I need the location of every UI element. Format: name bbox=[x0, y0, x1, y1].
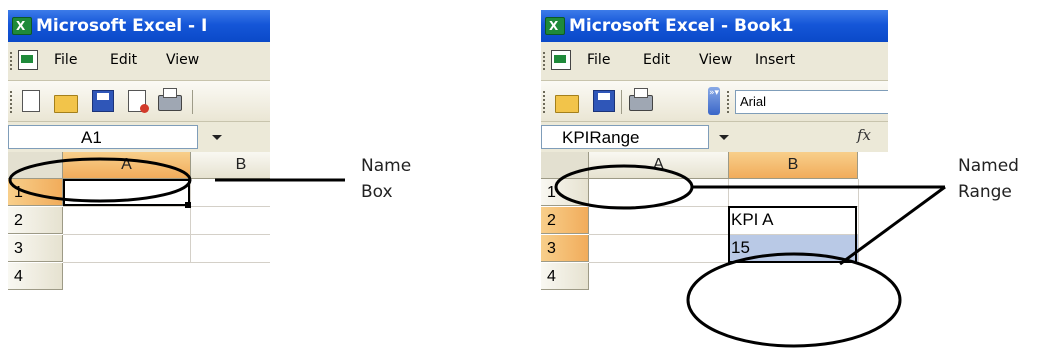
column-header-a[interactable]: A bbox=[63, 152, 191, 179]
named-range-annotation: Named Range bbox=[958, 153, 1019, 205]
save-icon[interactable] bbox=[92, 90, 114, 112]
fill-handle[interactable] bbox=[185, 202, 191, 208]
menu-bar: File Edit View Insert bbox=[541, 42, 888, 81]
toolbar-separator bbox=[621, 90, 622, 114]
select-all-corner[interactable] bbox=[8, 152, 63, 179]
workbook-icon[interactable] bbox=[18, 50, 38, 70]
permission-icon[interactable] bbox=[128, 90, 149, 113]
cell-b1[interactable] bbox=[191, 179, 270, 207]
save-icon[interactable] bbox=[593, 90, 615, 112]
window-title: Microsoft Excel - I bbox=[36, 16, 208, 36]
annotation-line-2: Range bbox=[958, 182, 1012, 202]
cell-b1[interactable] bbox=[729, 179, 859, 207]
toolbar-grip[interactable] bbox=[543, 91, 548, 113]
window-title: Microsoft Excel - Book1 bbox=[569, 16, 794, 36]
print-icon[interactable] bbox=[158, 88, 182, 111]
cell-a2[interactable] bbox=[63, 207, 191, 235]
row-header-4[interactable]: 4 bbox=[8, 263, 63, 290]
menu-insert[interactable]: Insert bbox=[755, 52, 795, 68]
toolbar-grip[interactable] bbox=[727, 91, 732, 113]
toolbar-separator bbox=[192, 90, 193, 114]
column-header-a[interactable]: A bbox=[589, 152, 729, 179]
annotation-line-1: Named bbox=[958, 156, 1019, 176]
annotation-line-2: Box bbox=[361, 182, 393, 202]
cell-a3[interactable] bbox=[589, 235, 729, 263]
standard-toolbar: »▾ Arial bbox=[541, 81, 888, 122]
menu-view[interactable]: View bbox=[166, 52, 199, 68]
active-cell-border bbox=[63, 179, 190, 206]
column-header-b[interactable]: B bbox=[729, 152, 858, 179]
formula-bar: KPIRange fx bbox=[541, 122, 888, 153]
cell-b2[interactable] bbox=[191, 207, 270, 235]
name-box-dropdown-icon[interactable] bbox=[719, 135, 729, 140]
open-folder-icon[interactable] bbox=[54, 95, 78, 113]
menu-edit[interactable]: Edit bbox=[643, 52, 670, 68]
menu-bar: File Edit View bbox=[8, 42, 270, 81]
select-all-corner[interactable] bbox=[541, 152, 589, 179]
excel-window-right: Microsoft Excel - Book1 File Edit View I… bbox=[541, 10, 888, 354]
column-header-b[interactable]: B bbox=[191, 152, 270, 179]
workbook-icon[interactable] bbox=[551, 50, 571, 70]
cell-a1[interactable] bbox=[589, 179, 729, 207]
menu-file[interactable]: File bbox=[587, 52, 610, 68]
excel-window-left: Microsoft Excel - I File Edit View A1 A … bbox=[8, 10, 270, 354]
menu-edit[interactable]: Edit bbox=[110, 52, 137, 68]
toolbar-grip[interactable] bbox=[10, 52, 15, 70]
open-folder-icon[interactable] bbox=[555, 95, 579, 113]
name-box-annotation: Name Box bbox=[361, 153, 411, 205]
annotation-line-1: Name bbox=[361, 156, 412, 176]
title-bar: Microsoft Excel - Book1 bbox=[541, 10, 888, 42]
row-header-4[interactable]: 4 bbox=[541, 263, 589, 290]
worksheet-grid: A B 1 2 3 4 bbox=[8, 152, 270, 354]
cell-b3[interactable] bbox=[191, 235, 270, 263]
name-box[interactable]: A1 bbox=[8, 125, 198, 149]
selected-range-border bbox=[728, 206, 857, 263]
new-document-icon[interactable] bbox=[22, 90, 40, 112]
row-header-1[interactable]: 1 bbox=[541, 179, 589, 206]
title-bar: Microsoft Excel - I bbox=[8, 10, 270, 42]
font-name-box[interactable]: Arial bbox=[735, 90, 888, 114]
name-box-dropdown-icon[interactable] bbox=[212, 135, 222, 140]
row-header-3[interactable]: 3 bbox=[541, 235, 589, 262]
insert-function-icon[interactable]: fx bbox=[857, 126, 871, 144]
cell-a2[interactable] bbox=[589, 207, 729, 235]
row-header-2[interactable]: 2 bbox=[541, 207, 589, 234]
standard-toolbar bbox=[8, 81, 270, 122]
menu-file[interactable]: File bbox=[54, 52, 77, 68]
excel-app-icon bbox=[545, 10, 565, 42]
row-header-2[interactable]: 2 bbox=[8, 207, 63, 234]
cell-a3[interactable] bbox=[63, 235, 191, 263]
row-header-3[interactable]: 3 bbox=[8, 235, 63, 262]
print-icon[interactable] bbox=[629, 88, 653, 111]
row-header-1[interactable]: 1 bbox=[8, 179, 63, 206]
name-box[interactable]: KPIRange bbox=[541, 125, 709, 149]
toolbar-grip[interactable] bbox=[543, 52, 548, 70]
formula-bar: A1 bbox=[8, 122, 270, 153]
worksheet-grid: A B 1 2 3 4 KPI A 15 bbox=[541, 152, 888, 354]
excel-app-icon bbox=[12, 10, 32, 42]
toolbar-options-icon[interactable]: »▾ bbox=[708, 87, 720, 115]
menu-view[interactable]: View bbox=[699, 52, 732, 68]
toolbar-grip[interactable] bbox=[10, 91, 15, 113]
